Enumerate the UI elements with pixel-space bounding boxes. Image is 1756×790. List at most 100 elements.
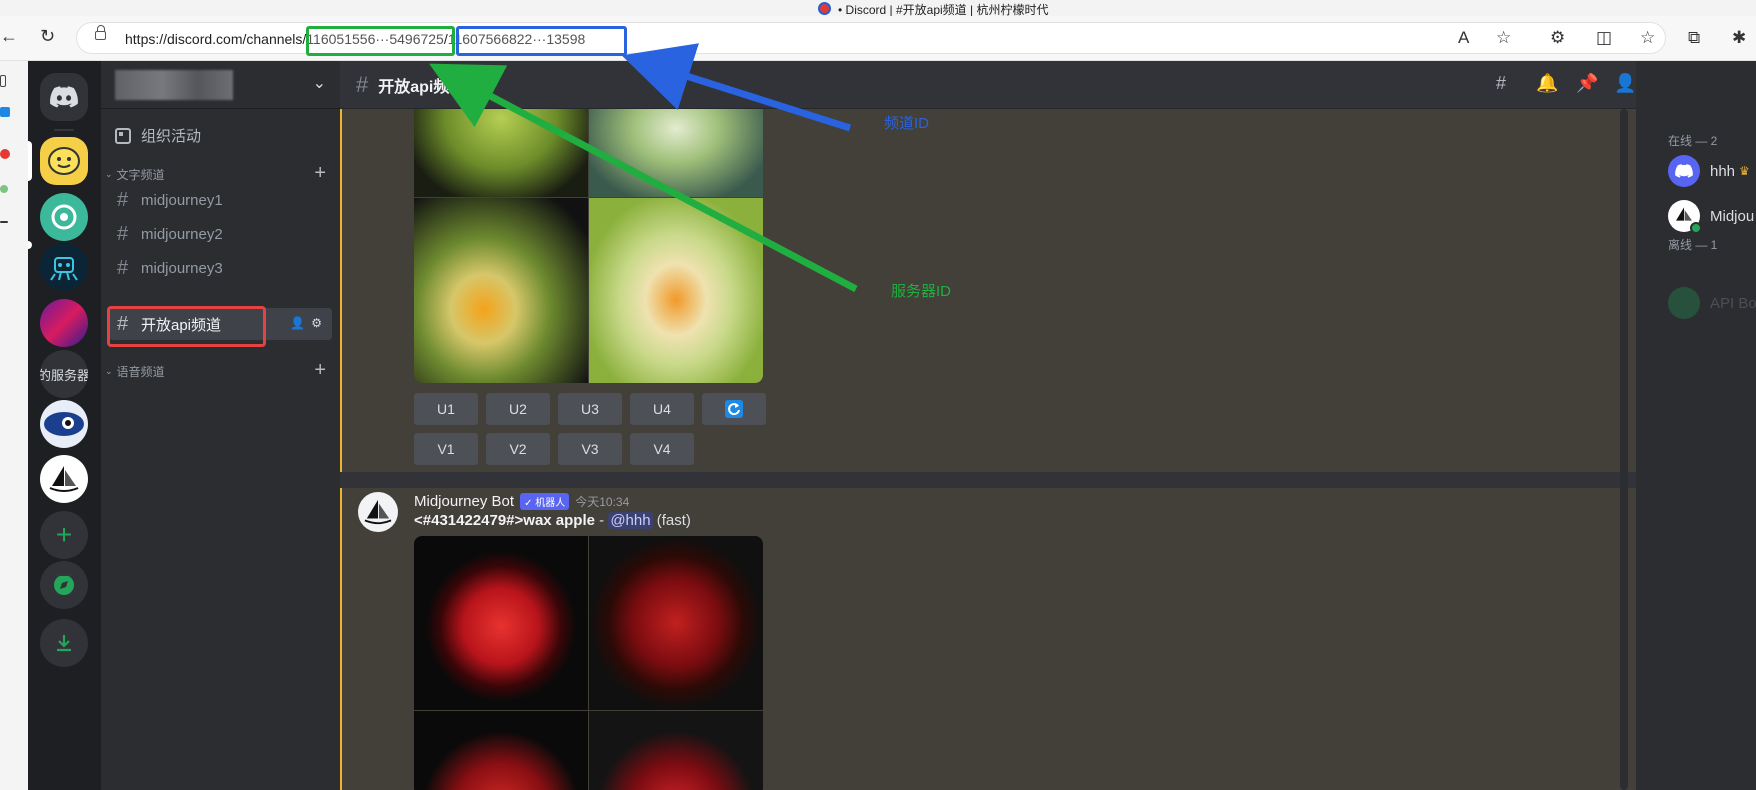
app-icon[interactable] [0,185,8,193]
member-list-icon[interactable]: 👤 [1614,73,1636,94]
reload-icon[interactable]: ↻ [40,26,55,47]
image-grid-apple[interactable] [414,536,763,790]
voice-category[interactable]: ⌄ 语音频道 [105,363,165,380]
favorite-star-icon[interactable]: ☆ [1496,28,1511,48]
invite-icon[interactable]: 👤 [290,316,305,330]
server-header[interactable]: ⌄ [101,61,340,109]
member-item[interactable]: Midjou [1668,200,1754,234]
threads-icon[interactable]: # [1496,73,1506,94]
avatar [1668,287,1700,319]
back-icon[interactable]: ← [0,26,18,47]
hash-icon: # [117,188,129,211]
channel-label: midjourney1 [141,191,223,209]
server-icon-robot[interactable] [40,243,88,291]
gear-icon[interactable]: ⚙ [311,316,322,330]
u3-button[interactable]: U3 [558,393,622,425]
lock-icon [95,25,106,40]
server-icon-art[interactable] [40,299,88,347]
refresh-button[interactable] [702,393,766,425]
chevron-down-icon[interactable]: ⌄ [313,73,326,93]
tab-icon[interactable] [0,75,6,87]
chevron-down-icon: ⌄ [105,366,113,376]
apple-image-2[interactable] [589,536,763,710]
dash-text: - [594,512,609,529]
apple-image-3[interactable] [414,711,588,790]
channel-sidebar: ⌄ 组织活动 ⌄ 文字频道 + # midjourney1 # midjourn… [101,61,340,790]
events-item[interactable]: 组织活动 [115,125,201,146]
member-name: hhh [1710,162,1736,180]
discord-home-icon[interactable] [40,73,88,121]
browser-titlebar: • Discord | #开放api频道 | 杭州柠檬时代 [0,0,1756,17]
crown-icon: ♛ [1739,164,1750,178]
online-header: 在线 — 2 [1668,134,1718,148]
download-apps-icon[interactable] [40,619,88,667]
melon-image-1[interactable] [414,109,588,197]
v4-button[interactable]: V4 [630,433,694,465]
apple-image-4[interactable] [589,711,763,790]
chat-scrollbar[interactable] [1620,109,1628,790]
discord-favicon-icon [818,2,831,15]
melon-image-4[interactable] [589,198,763,383]
hash-icon: # [117,256,129,279]
channel-item[interactable]: # midjourney3 [109,252,332,284]
u1-button[interactable]: U1 [414,393,478,425]
calendar-icon [115,127,131,144]
add-server-icon[interactable]: + [40,511,88,559]
mode-text: (fast) [652,512,691,529]
melon-image-3[interactable] [414,198,588,383]
app-icon[interactable] [0,107,10,117]
favorites-icon[interactable]: ☆ [1640,28,1655,48]
hash-icon: # [356,71,369,97]
add-icon[interactable] [0,221,8,223]
message-highlighted: U1 U2 U3 U4 V1 V2 V3 V4 [340,109,1636,472]
server-icon-openai[interactable] [40,193,88,241]
user-mention[interactable]: @hhh [608,512,653,529]
server-icon-fish[interactable] [40,400,88,448]
pin-icon[interactable]: 📌 [1576,73,1598,94]
app-icon[interactable] [0,149,10,159]
text-category-label: 文字频道 [116,168,165,182]
hash-icon: # [117,222,129,245]
melon-image-2[interactable] [589,109,763,197]
v1-button[interactable]: V1 [414,433,478,465]
message-list: U1 U2 U3 U4 V1 V2 V3 V4 Midjourney Bot ✓… [340,109,1636,790]
voice-category-label: 语音频道 [116,365,165,379]
channel-label: midjourney2 [141,225,223,243]
server-text-label: 的服务器 [40,367,88,383]
server-name-blurred [115,70,233,100]
create-voice-channel-icon[interactable]: + [314,359,326,382]
midjourney-avatar[interactable] [358,492,398,532]
chat-area: # 开放api频道 # 🔔 📌 👤 搜索 U1 U2 U3 U4 V1 V2 V… [340,61,1756,790]
member-item[interactable]: API Bo [1668,287,1756,319]
explore-servers-icon[interactable] [40,561,88,609]
server-rail: 的服务器 + [28,61,101,790]
channel-item[interactable]: # midjourney1 [109,184,332,216]
member-list: 在线 — 2 hhh ♛ Midjou 离线 — 1 API Bo [1636,61,1756,790]
u2-button[interactable]: U2 [486,393,550,425]
copilot-icon[interactable]: ✱ [1732,28,1746,48]
u4-button[interactable]: U4 [630,393,694,425]
server-icon-lemon[interactable] [40,137,88,185]
read-aloud-icon[interactable]: A [1458,28,1469,48]
active-channel-highlight [107,306,266,347]
message-content: <#431422479#>wax apple - @hhh (fast) [414,512,691,529]
text-category[interactable]: ⌄ 文字频道 [105,166,165,183]
extensions-icon[interactable]: ⚙ [1550,28,1565,48]
collections-icon[interactable]: ⧉ [1688,28,1700,48]
author-name[interactable]: Midjourney Bot [414,493,514,510]
member-item[interactable]: hhh ♛ [1668,155,1750,187]
split-screen-icon[interactable]: ◫ [1596,28,1612,48]
v3-button[interactable]: V3 [558,433,622,465]
refresh-icon [725,400,743,418]
channel-label: midjourney3 [141,259,223,277]
server-icon-text[interactable]: 的服务器 [40,350,88,398]
create-channel-icon[interactable]: + [314,162,326,185]
channel-item[interactable]: # midjourney2 [109,218,332,250]
v2-button[interactable]: V2 [486,433,550,465]
image-grid-melon[interactable] [414,109,763,383]
apple-image-1[interactable] [414,536,588,710]
server-icon-midjourney[interactable] [40,455,88,503]
avatar [1668,155,1700,187]
online-status-icon [1690,222,1702,234]
bell-icon[interactable]: 🔔 [1536,73,1558,94]
